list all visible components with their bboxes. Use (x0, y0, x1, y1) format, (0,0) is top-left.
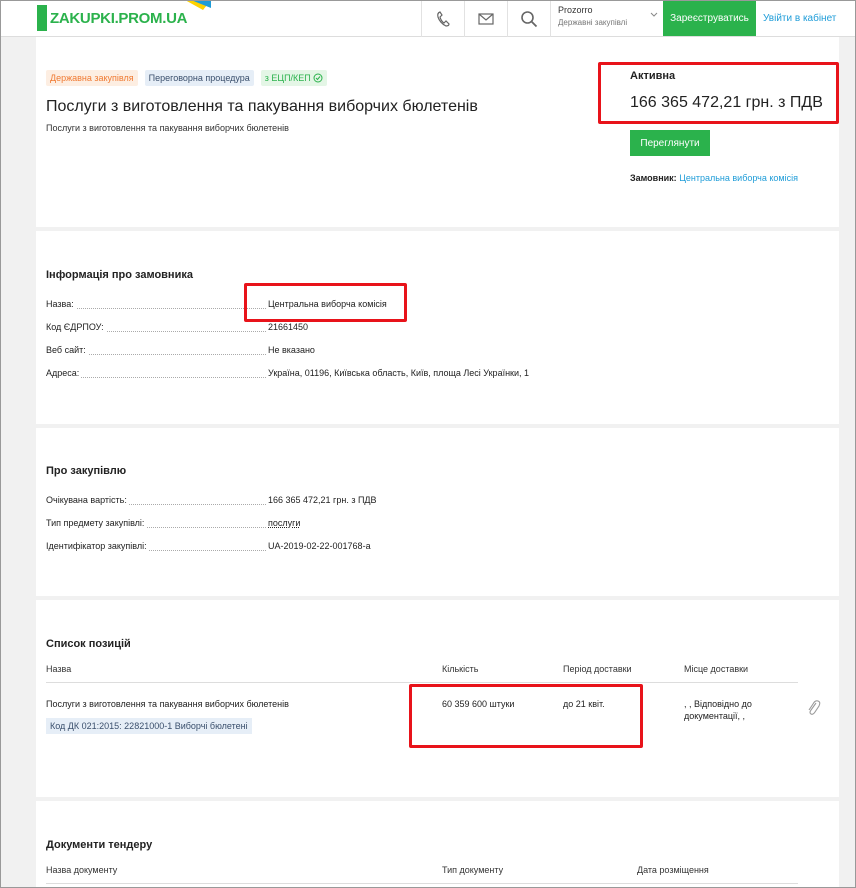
mail-button[interactable] (464, 0, 507, 37)
documents-card: Документи тендеру Назва документу Тип до… (36, 801, 839, 887)
documents-title: Документи тендеру (46, 839, 153, 851)
info-value: Не вказано (268, 345, 315, 355)
customer-info-title: Інформація про замовника (46, 269, 193, 281)
search-icon (521, 10, 538, 27)
info-value: UA-2019-02-22-001768-a (268, 541, 371, 551)
items-header-period: Період доставки (563, 664, 632, 674)
info-value: 21661450 (268, 322, 309, 332)
info-row: Ідентифікатор закупівлі: UA-2019-02-22-0… (46, 541, 636, 553)
customer-info-card: Інформація про замовника Назва: Централь… (36, 231, 839, 424)
tender-badges: Державна закупівля Переговорна процедура… (46, 70, 327, 86)
prozorro-dropdown[interactable]: Prozorro Державні закупівлі (550, 0, 662, 37)
mail-icon (478, 12, 494, 25)
top-header: ZAKUPKI.PROM.UA Prozorro Державні закупі… (1, 0, 855, 37)
doc-header-type: Тип документу (442, 865, 504, 875)
info-value[interactable]: послуги (268, 518, 300, 528)
info-row: Код ЄДРПОУ: 21661450 (46, 322, 636, 334)
doc-divider (46, 883, 798, 884)
item-place-line1: , , Відповідно до (684, 699, 752, 709)
tender-title: Послуги з виготовлення та пакування вибо… (46, 98, 478, 115)
login-link[interactable]: Увійти в кабінет (763, 0, 836, 36)
item-place-line2: документації, , (684, 711, 746, 721)
tender-subtitle: Послуги з виготовлення та пакування вибо… (46, 123, 289, 133)
check-circle-icon (313, 73, 323, 83)
info-value: Україна, 01196, Київська область, Київ, … (268, 368, 530, 378)
info-row: Веб сайт: Не вказано (46, 345, 636, 357)
tender-customer: Замовник: Центральна виборча комісія (630, 173, 798, 183)
info-label: Очікувана вартість: (46, 495, 129, 505)
procurement-title: Про закупівлю (46, 465, 127, 477)
info-label: Код ЄДРПОУ: (46, 322, 106, 332)
info-row: Очікувана вартість: 166 365 472,21 грн. … (46, 495, 636, 507)
info-label: Адреса: (46, 368, 82, 378)
info-row: Тип предмету закупівлі: послуги (46, 518, 636, 530)
info-row: Адреса: Україна, 01196, Київська область… (46, 368, 636, 380)
info-label: Ідентифікатор закупівлі: (46, 541, 149, 551)
item-name: Послуги з виготовлення та пакування вибо… (46, 699, 289, 709)
search-button[interactable] (507, 0, 550, 37)
info-label: Тип предмету закупівлі: (46, 518, 147, 528)
prozorro-subtitle: Державні закупівлі (558, 18, 628, 27)
phone-icon (437, 10, 450, 27)
chevron-down-icon (650, 12, 658, 17)
badge-signature-label: з ЕЦП/КЕП (264, 73, 311, 83)
view-button[interactable]: Переглянути (630, 130, 710, 156)
paperclip-icon[interactable] (807, 699, 821, 717)
info-label: Назва: (46, 299, 76, 309)
customer-link[interactable]: Центральна виборча комісія (679, 173, 798, 183)
register-button[interactable]: Зареєструватись (663, 0, 756, 36)
highlight-price (598, 62, 839, 124)
doc-header-name: Назва документу (46, 865, 118, 875)
phone-button[interactable] (421, 0, 464, 37)
site-logo[interactable]: ZAKUPKI.PROM.UA (37, 0, 211, 32)
logo-text: ZAKUPKI.PROM.UA (50, 9, 188, 27)
items-title: Список позицій (46, 638, 131, 650)
info-value: 166 365 472,21 грн. з ПДВ (268, 495, 377, 505)
customer-label: Замовник: (630, 173, 677, 183)
item-cpv-badge: Код ДК 021:2015: 22821000-1 Виборчі бюле… (46, 718, 252, 734)
procurement-card: Про закупівлю Очікувана вартість: 166 36… (36, 428, 839, 596)
items-header-quantity: Кількість (442, 664, 479, 674)
logo-mark-icon (37, 5, 47, 31)
badge-procurement-type: Державна закупівля (46, 70, 138, 86)
items-divider (46, 682, 798, 683)
items-header-place: Місце доставки (684, 664, 749, 674)
highlight-quantity-period (409, 684, 643, 748)
badge-procedure: Переговорна процедура (144, 70, 254, 86)
info-label: Веб сайт: (46, 345, 88, 355)
items-header-name: Назва (46, 664, 72, 674)
logo-flag-icon (185, 0, 211, 10)
badge-signature: з ЕЦП/КЕП (260, 70, 327, 86)
doc-header-date: Дата розміщення (637, 865, 709, 875)
prozorro-title: Prozorro (558, 5, 593, 15)
highlight-customer-name (244, 283, 407, 322)
